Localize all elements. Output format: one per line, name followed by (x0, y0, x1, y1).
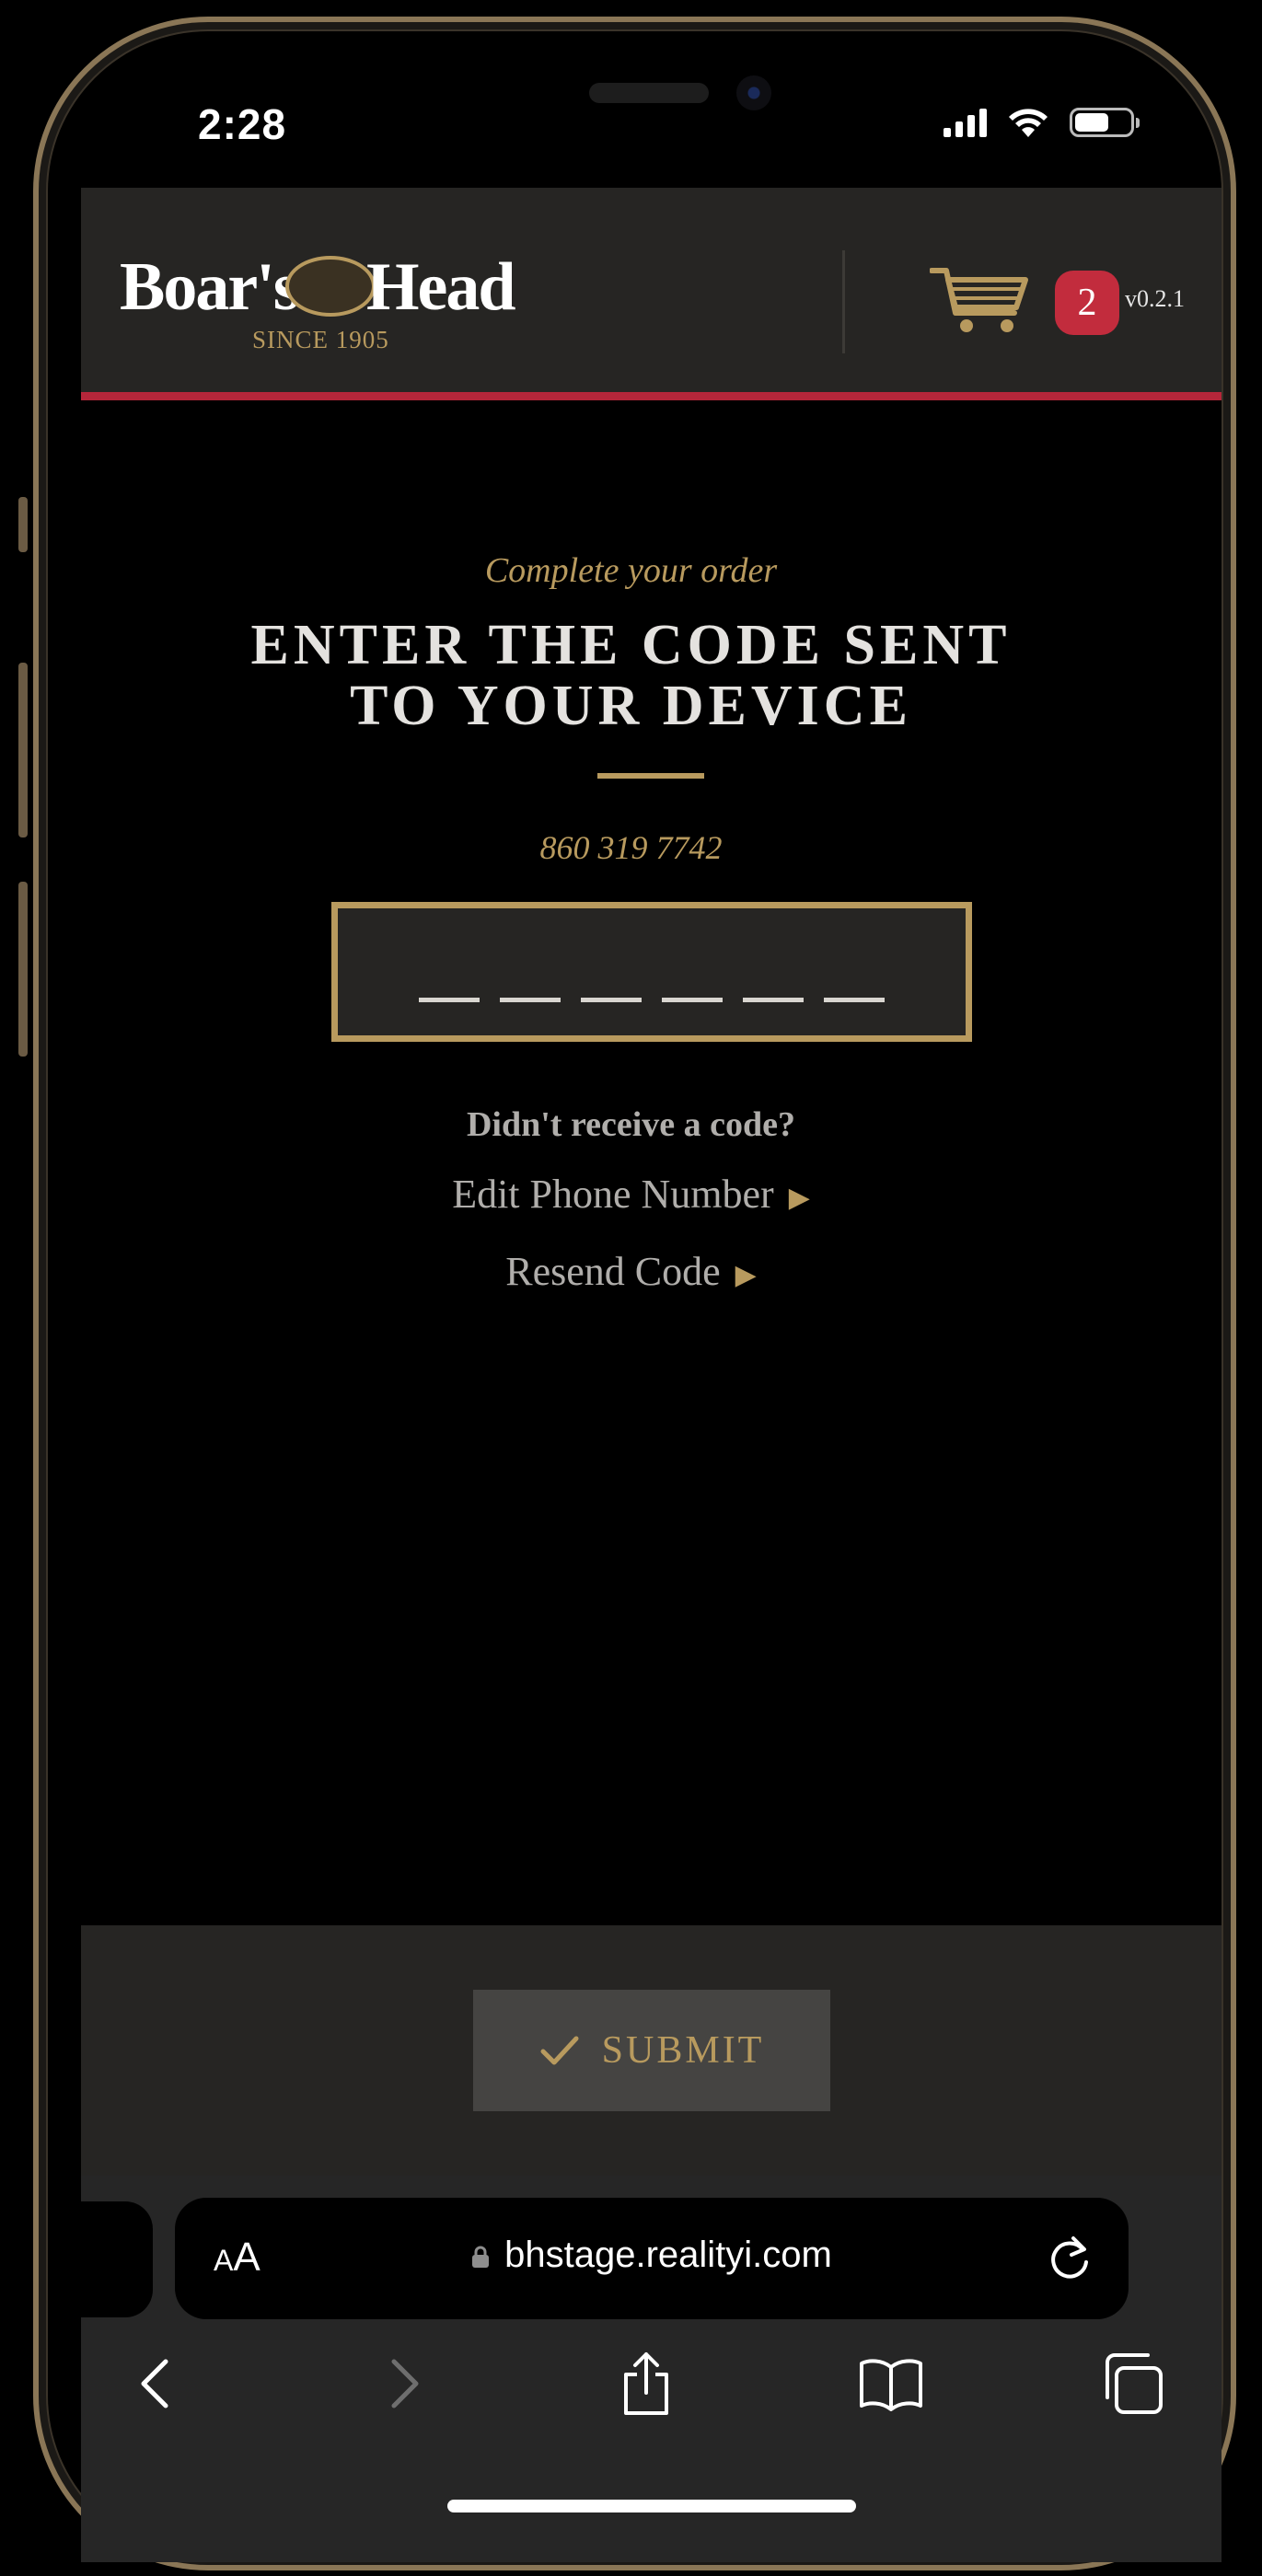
code-digit-slot (581, 998, 642, 1002)
tabs-button[interactable] (1095, 2347, 1169, 2420)
battery-icon (1070, 108, 1140, 137)
page-title-line2: TO YOUR DEVICE (350, 675, 912, 737)
edit-phone-label: Edit Phone Number (452, 1172, 774, 1217)
url-text: bhstage.realityi.com (504, 2235, 832, 2275)
arrow-right-icon: ▶ (735, 1260, 757, 1291)
subheading: Complete your order (484, 551, 778, 590)
resend-code-link[interactable]: Resend Code ▶ (0, 1248, 1262, 1295)
heading-rule (597, 773, 704, 779)
volume-down-button (18, 882, 28, 1057)
page-title: ENTER THE CODE SENT TO YOUR DEVICE (0, 615, 1262, 736)
url-display[interactable]: bhstage.realityi.com (175, 2235, 1129, 2276)
cart-icon[interactable] (930, 263, 1031, 337)
bookmarks-button[interactable] (854, 2347, 928, 2420)
bookmarks-icon (860, 2359, 922, 2411)
share-button[interactable] (609, 2347, 683, 2420)
resend-code-label: Resend Code (505, 1249, 721, 1294)
submit-label: SUBMIT (601, 2029, 765, 2072)
home-indicator (447, 2500, 856, 2512)
wifi-icon (1009, 109, 1048, 137)
app-version: v0.2.1 (1125, 285, 1185, 312)
speaker-grille (589, 83, 709, 103)
cellular-signal-icon (944, 108, 987, 137)
share-icon (624, 2352, 668, 2415)
forward-icon (391, 2359, 419, 2409)
verification-code-input[interactable] (331, 902, 972, 1042)
front-camera (736, 75, 771, 110)
code-digit-slot (419, 998, 480, 1002)
header-divider (842, 250, 845, 353)
lock-icon (472, 2247, 490, 2269)
code-digit-slot (743, 998, 804, 1002)
app-header: Boar's Head SINCE 1905 2 v0.2.1 (81, 188, 1221, 400)
browser-toolbar (81, 2338, 1221, 2439)
code-digit-slot (500, 998, 561, 1002)
code-digit-slot (662, 998, 723, 1002)
page-title-line1: ENTER THE CODE SENT (250, 614, 1012, 676)
didnt-receive-label: Didn't receive a code? (466, 1105, 796, 1144)
arrow-right-icon: ▶ (788, 1183, 810, 1214)
address-bar[interactable]: AA bhstage.realityi.com (175, 2198, 1129, 2319)
boars-head-logo[interactable]: Boar's Head SINCE 1905 (120, 248, 517, 359)
cart-count-badge[interactable]: 2 (1055, 271, 1119, 335)
back-button[interactable] (118, 2347, 191, 2420)
forward-button[interactable] (368, 2347, 442, 2420)
check-icon (540, 2036, 579, 2065)
phone-number: 860 319 7742 (539, 829, 723, 866)
submit-button[interactable]: SUBMIT (473, 1990, 830, 2111)
status-time: 2:28 (198, 100, 287, 148)
code-digit-slot (824, 998, 885, 1002)
edit-phone-link[interactable]: Edit Phone Number ▶ (0, 1171, 1262, 1218)
previous-tab-preview[interactable] (81, 2201, 153, 2317)
logo-name-right: Head (366, 249, 516, 325)
boar-emblem-icon (285, 256, 376, 317)
logo-since: SINCE 1905 (252, 326, 389, 353)
status-icons (944, 107, 1140, 138)
back-icon (141, 2359, 168, 2409)
logo-name-left: Boar's (120, 249, 300, 325)
tabs-icon (1106, 2353, 1163, 2414)
reload-icon[interactable] (1046, 2233, 1094, 2284)
silent-switch (18, 497, 28, 552)
